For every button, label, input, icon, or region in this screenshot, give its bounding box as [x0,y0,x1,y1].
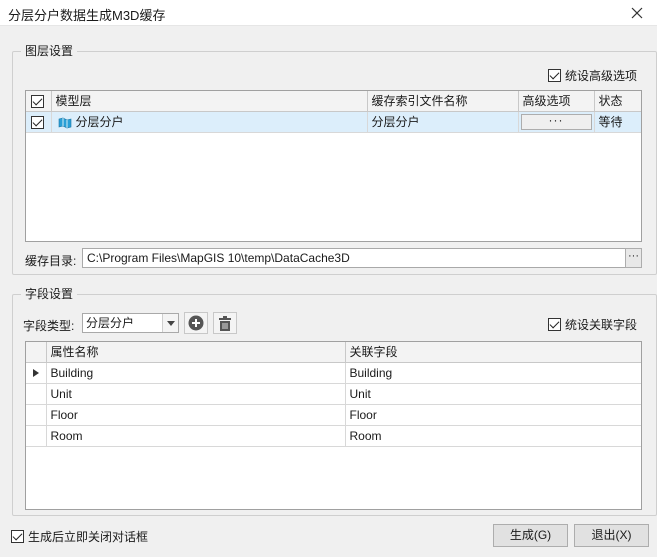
layer-table-header: 模型层 缓存索引文件名称 高级选项 状态 [26,91,641,112]
attribute-name-cell[interactable]: Unit [46,383,346,405]
add-icon [188,315,204,331]
field-settings-title: 字段设置 [21,287,78,301]
layer-name: 分层分户 [75,115,124,129]
row-checkbox[interactable] [31,115,44,129]
unify-advanced-check[interactable] [548,69,561,82]
table-row[interactable]: 分层分户 分层分户 ··· 等待 [26,111,641,133]
current-row-arrow-icon [32,368,39,377]
col-link-field[interactable]: 关联字段 [345,342,641,363]
delete-field-button[interactable] [213,312,237,334]
close-button[interactable] [617,0,657,26]
attribute-name-cell[interactable]: Building [46,362,346,384]
cache-dir-browse-button[interactable]: ··· [625,248,642,268]
trash-icon [219,315,231,331]
link-field-cell[interactable]: Building [345,362,641,384]
unify-link-check[interactable] [548,318,561,331]
col-cache-index-name[interactable]: 缓存索引文件名称 [367,91,519,112]
current-row-indicator [26,362,47,384]
unify-advanced-checkbox[interactable]: 统设高级选项 [548,67,637,84]
cache-dir-label: 缓存目录: [25,254,77,268]
index-name-cell[interactable]: 分层分户 [367,111,519,133]
exit-button[interactable]: 退出(X) [574,524,649,547]
table-row[interactable]: Unit Unit [26,383,641,405]
field-type-select[interactable]: 分层分户 [82,313,179,333]
add-field-button[interactable] [184,312,208,334]
close-after-checkbox[interactable]: 生成后立即关闭对话框 [11,528,148,545]
unify-advanced-label: 统设高级选项 [565,69,638,83]
row-check-cell[interactable] [26,111,52,133]
row-header [26,425,47,447]
chevron-down-icon [166,320,175,326]
combo-arrow[interactable] [162,314,178,332]
row-header [26,404,47,426]
generate-button[interactable]: 生成(G) [493,524,568,547]
title-bar: 分层分户数据生成M3D缓存 [0,0,657,26]
field-type-label: 字段类型: [23,319,75,333]
col-model-layer[interactable]: 模型层 [51,91,368,112]
table-row[interactable]: Room Room [26,425,641,447]
col-advanced-options[interactable]: 高级选项 [518,91,595,112]
layer-name-cell: 分层分户 [51,111,368,133]
link-field-cell[interactable]: Floor [345,404,641,426]
field-table-header: 属性名称 关联字段 [26,342,641,363]
unify-link-checkbox[interactable]: 统设关联字段 [548,316,637,333]
link-field-cell[interactable]: Unit [345,383,641,405]
unify-link-label: 统设关联字段 [565,318,638,332]
close-icon [631,7,643,19]
advanced-options-button[interactable]: ··· [520,113,592,130]
close-after-label: 生成后立即关闭对话框 [28,530,149,544]
col-attribute-name[interactable]: 属性名称 [46,342,346,363]
attribute-name-cell[interactable]: Room [46,425,346,447]
table-row[interactable]: Building Building [26,362,641,384]
select-all-checkbox[interactable] [31,94,44,108]
layer-table: 模型层 缓存索引文件名称 高级选项 状态 分层分户 分层分户 ··· 等待 [25,90,642,242]
close-after-check[interactable] [11,530,24,543]
cache-dir-input[interactable]: C:\Program Files\MapGIS 10\temp\DataCach… [82,248,626,268]
row-header-corner [26,342,47,363]
col-status[interactable]: 状态 [594,91,641,112]
table-row[interactable]: Floor Floor [26,404,641,426]
window-title: 分层分户数据生成M3D缓存 [8,8,166,23]
field-table: 属性名称 关联字段 Building Building Unit Unit Fl… [25,341,642,510]
field-type-value: 分层分户 [86,316,135,330]
layer-icon [58,117,71,129]
select-all-header[interactable] [26,91,52,112]
status-cell: 等待 [594,111,641,133]
link-field-cell[interactable]: Room [345,425,641,447]
row-header [26,383,47,405]
advanced-cell: ··· [518,111,595,133]
layer-settings-title: 图层设置 [21,44,78,58]
attribute-name-cell[interactable]: Floor [46,404,346,426]
